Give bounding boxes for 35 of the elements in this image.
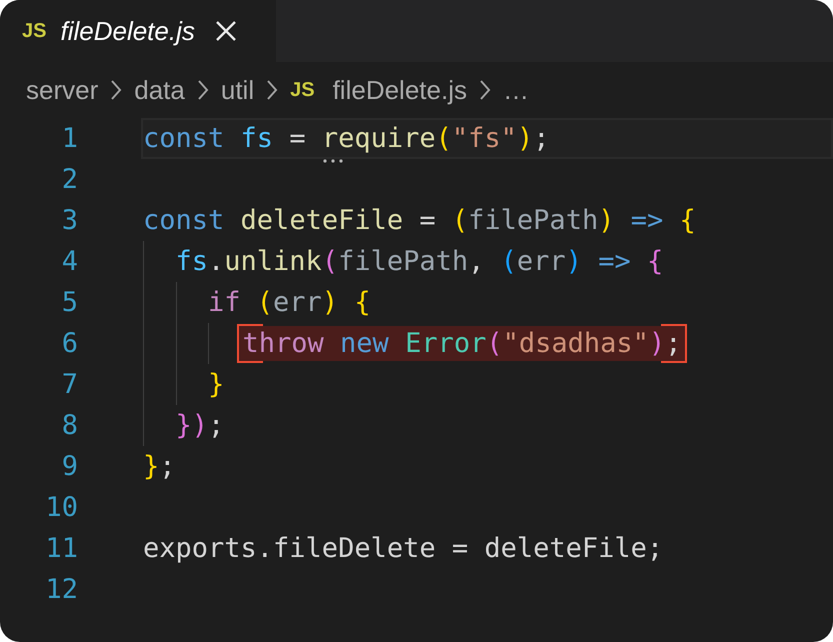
breadcrumb-item[interactable]: util [220,74,254,106]
line-number: 10 [44,492,78,523]
line-number: 2 [60,164,78,195]
line-number: 5 [60,287,78,318]
editor-tab[interactable]: JS fileDelete.js [0,0,276,62]
chevron-right-icon [110,79,122,101]
code-line: const fs = require("fs"); [143,121,550,156]
code-line: if (err) { [208,286,371,320]
line-number: 12 [44,574,78,605]
line-number: 9 [60,451,78,482]
hint-dots-icon [322,159,344,163]
close-icon[interactable] [214,20,237,42]
line-number: 4 [60,246,78,277]
breadcrumb-item[interactable]: … [502,74,529,106]
line-number: 7 [60,369,78,400]
line-number: 1 [60,123,78,154]
code-line: }; [143,450,176,484]
code-line: const deleteFile = (filePath) => { [143,204,696,238]
breadcrumb-item[interactable]: fileDelete.js [332,74,467,106]
chevron-right-icon [196,79,209,101]
line-number: 6 [60,328,78,359]
line-number: 8 [60,410,78,441]
code-line: } [208,368,224,402]
code-line: fs.unlink(filePath, (err) => { [176,245,664,279]
js-file-icon: JS [22,20,46,42]
line-number: 11 [44,533,78,564]
code-line: exports.fileDelete = deleteFile; [143,532,664,566]
js-file-icon: JS [290,78,315,102]
tab-title: fileDelete.js [60,16,195,46]
code-line: }); [176,409,224,443]
chevron-right-icon [266,79,278,101]
breadcrumb-item[interactable]: data [134,74,185,106]
chevron-right-icon [478,79,491,101]
breadcrumb-item[interactable]: server [26,74,98,106]
line-number: 3 [60,205,78,236]
